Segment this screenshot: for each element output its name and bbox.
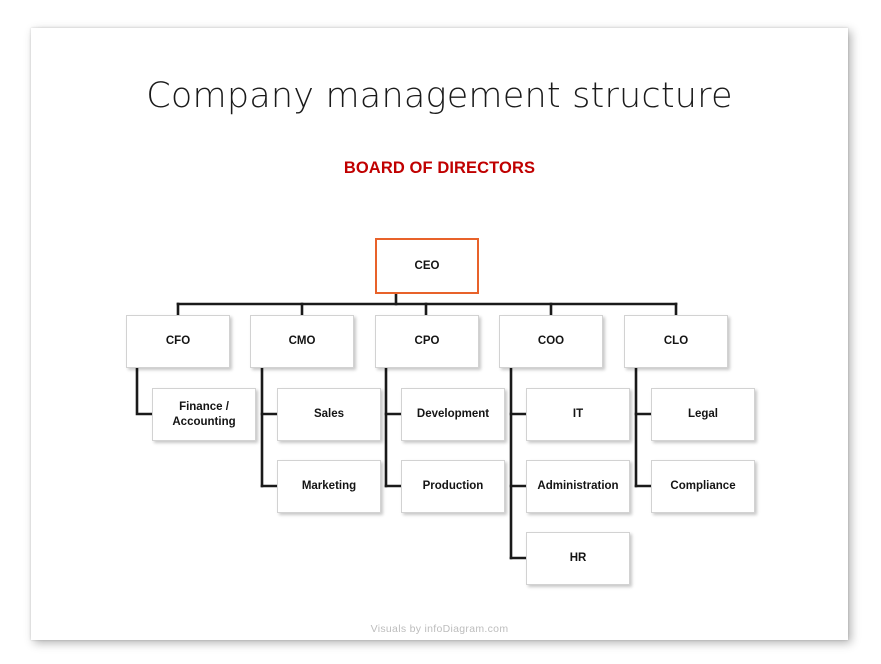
node-finance-accounting-label: Finance / Accounting bbox=[168, 400, 239, 428]
node-production[interactable]: Production bbox=[401, 460, 505, 513]
node-ceo-label: CEO bbox=[414, 259, 440, 272]
node-clo[interactable]: CLO bbox=[624, 315, 728, 368]
node-cmo-label: CMO bbox=[288, 335, 316, 348]
node-cfo[interactable]: CFO bbox=[126, 315, 230, 368]
node-it-label: IT bbox=[572, 408, 584, 421]
node-clo-label: CLO bbox=[663, 335, 689, 348]
node-development[interactable]: Development bbox=[401, 388, 505, 441]
node-development-label: Development bbox=[416, 408, 490, 421]
node-compliance[interactable]: Compliance bbox=[651, 460, 755, 513]
node-cpo[interactable]: CPO bbox=[375, 315, 479, 368]
node-cfo-label: CFO bbox=[165, 335, 191, 348]
node-finance-accounting[interactable]: Finance / Accounting bbox=[152, 388, 256, 441]
node-legal[interactable]: Legal bbox=[651, 388, 755, 441]
node-administration-label: Administration bbox=[537, 480, 619, 493]
node-legal-label: Legal bbox=[687, 408, 719, 421]
node-marketing-label: Marketing bbox=[301, 480, 357, 493]
node-sales-label: Sales bbox=[313, 408, 345, 421]
node-compliance-label: Compliance bbox=[670, 480, 736, 493]
page-title: Company management structure bbox=[146, 76, 733, 116]
node-coo[interactable]: COO bbox=[499, 315, 603, 368]
node-hr-label: HR bbox=[569, 552, 587, 565]
board-of-directors-label: BOARD OF DIRECTORS bbox=[343, 159, 536, 177]
node-coo-label: COO bbox=[537, 335, 565, 348]
finance-line-1: Finance / bbox=[179, 401, 229, 414]
slide-canvas: Company management structure BOARD OF DI… bbox=[31, 28, 848, 640]
node-administration[interactable]: Administration bbox=[526, 460, 630, 513]
node-cpo-label: CPO bbox=[414, 335, 440, 348]
footer-credit: Visuals by infoDiagram.com bbox=[370, 623, 509, 635]
node-production-label: Production bbox=[422, 480, 484, 493]
node-cmo[interactable]: CMO bbox=[250, 315, 354, 368]
node-ceo[interactable]: CEO bbox=[375, 238, 479, 294]
node-marketing[interactable]: Marketing bbox=[277, 460, 381, 513]
node-it[interactable]: IT bbox=[526, 388, 630, 441]
finance-line-2: Accounting bbox=[172, 415, 236, 428]
node-hr[interactable]: HR bbox=[526, 532, 630, 585]
node-sales[interactable]: Sales bbox=[277, 388, 381, 441]
